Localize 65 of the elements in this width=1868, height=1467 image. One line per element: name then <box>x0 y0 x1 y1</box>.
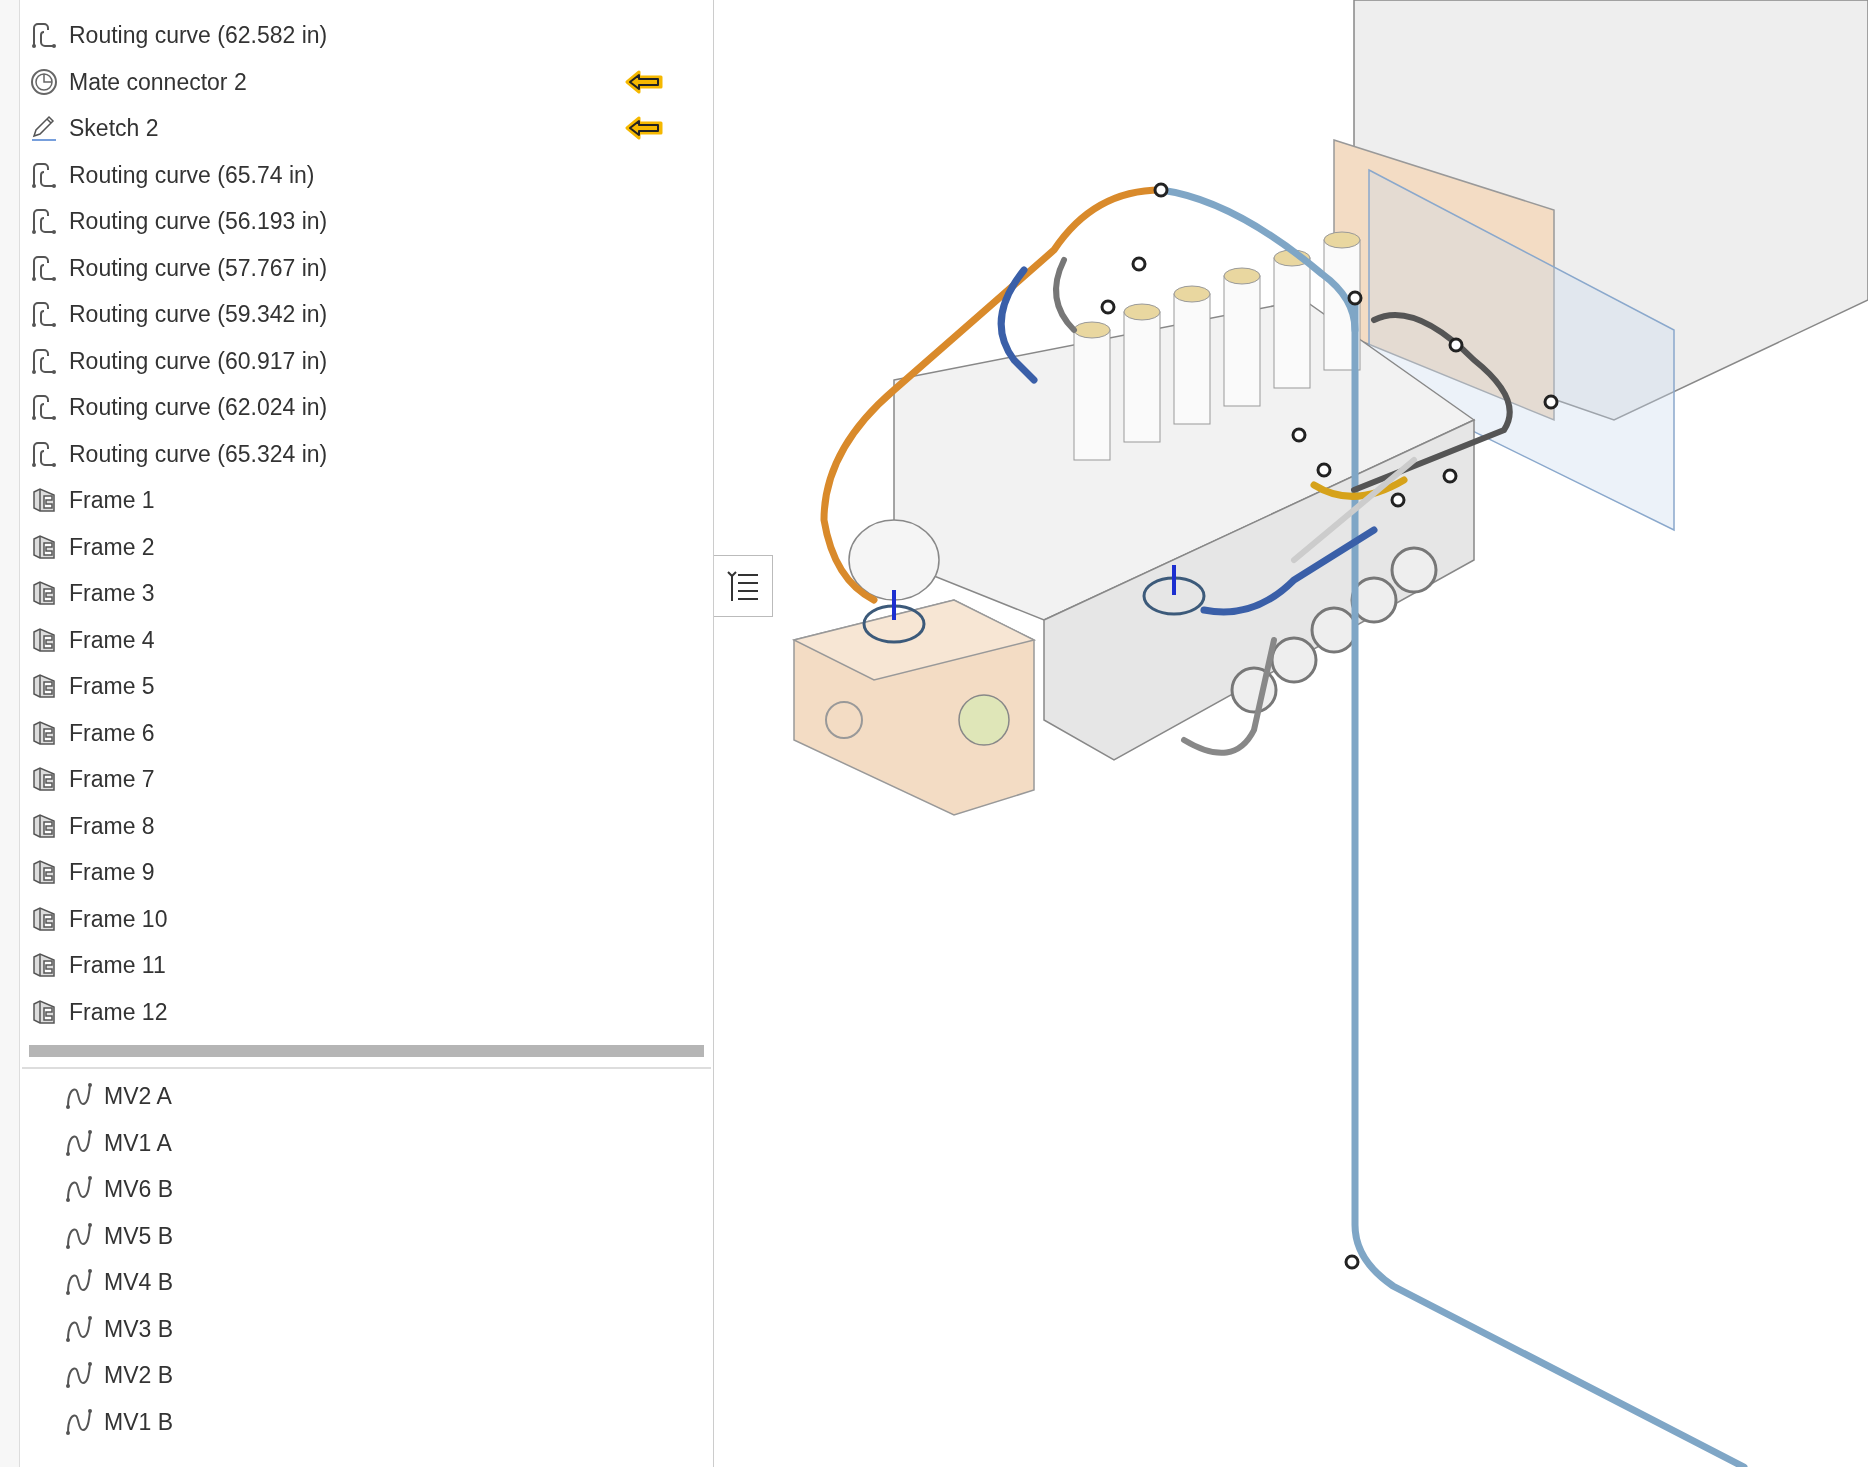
curve-list-item[interactable]: MV1 B <box>22 1398 711 1445</box>
frame-profile-icon <box>30 858 58 887</box>
feature-tree-item[interactable]: Routing curve (57.767 in) <box>20 244 713 291</box>
feature-tree-item[interactable]: Frame 8 <box>20 802 713 849</box>
frame-profile-icon <box>30 904 58 933</box>
curve-list-item[interactable]: MV2 B <box>22 1352 711 1399</box>
routing-curve-icon <box>30 21 58 50</box>
spline-icon <box>65 1268 93 1297</box>
feature-tree-item[interactable]: Routing curve (59.342 in) <box>20 291 713 338</box>
feature-tree-item[interactable]: Routing curve (62.024 in) <box>20 384 713 431</box>
routing-curve-icon <box>30 439 58 468</box>
feature-tree-item[interactable]: Routing curve (65.324 in) <box>20 430 713 477</box>
frame-profile-icon <box>30 997 58 1026</box>
feature-tree-item[interactable]: Sketch 2 <box>20 105 713 152</box>
feature-tree-item[interactable]: Frame 7 <box>20 756 713 803</box>
curve-list-item[interactable]: MV1 A <box>22 1119 711 1166</box>
curve-list-item[interactable]: MV4 B <box>22 1259 711 1306</box>
feature-tree-item[interactable]: Frame 9 <box>20 849 713 896</box>
list-toggle-button[interactable] <box>714 555 773 617</box>
routing-curve-icon <box>30 207 58 236</box>
frame-profile-icon <box>30 718 58 747</box>
routing-curve-icon <box>30 346 58 375</box>
spline-icon <box>65 1221 93 1250</box>
frame-profile-icon <box>30 532 58 561</box>
feature-tree-item[interactable]: Frame 6 <box>20 709 713 756</box>
frame-profile-icon <box>30 579 58 608</box>
feature-tree-item[interactable]: Frame 12 <box>20 988 713 1035</box>
frame-profile-icon <box>30 811 58 840</box>
curve-list-item[interactable]: MV5 B <box>22 1212 711 1259</box>
curve-list-item[interactable]: MV6 B <box>22 1166 711 1213</box>
spline-icon <box>65 1128 93 1157</box>
left-arrow-icon <box>625 69 663 94</box>
frame-profile-icon <box>30 486 58 515</box>
spline-icon <box>65 1082 93 1111</box>
routing-curve-icon <box>30 160 58 189</box>
scrollbar-thumb[interactable] <box>29 1045 704 1057</box>
feature-tree-item[interactable]: Frame 4 <box>20 616 713 663</box>
curve-list-item[interactable]: MV3 B <box>22 1305 711 1352</box>
frame-profile-icon <box>30 951 58 980</box>
routing-curve-icon <box>30 253 58 282</box>
frame-profile-icon <box>30 672 58 701</box>
feature-tree-item[interactable]: Routing curve (60.917 in) <box>20 337 713 384</box>
curve-list-item[interactable]: MV2 A <box>22 1073 711 1120</box>
spline-icon <box>65 1361 93 1390</box>
feature-tree-item[interactable]: Routing curve (56.193 in) <box>20 198 713 245</box>
mate-connector-icon <box>30 67 58 96</box>
feature-tree-item[interactable]: Frame 2 <box>20 523 713 570</box>
feature-tree-item[interactable]: Frame 3 <box>20 570 713 617</box>
feature-tree-item[interactable]: Frame 11 <box>20 942 713 989</box>
frame-profile-icon <box>30 765 58 794</box>
spline-icon <box>65 1175 93 1204</box>
left-arrow-icon <box>625 116 663 141</box>
feature-tree-item[interactable]: Mate connector 2 <box>20 58 713 105</box>
feature-tree-item[interactable]: Frame 1 <box>20 477 713 524</box>
feature-tree-item[interactable]: Frame 10 <box>20 895 713 942</box>
spline-icon <box>65 1314 93 1343</box>
spline-icon <box>65 1407 93 1436</box>
pencil-icon <box>30 114 58 143</box>
feature-tree-item[interactable]: Routing curve (62.582 in) <box>20 12 713 59</box>
routing-curve-icon <box>30 393 58 422</box>
feature-tree-item[interactable]: Frame 5 <box>20 663 713 710</box>
list-icon <box>726 569 760 603</box>
frame-profile-icon <box>30 625 58 654</box>
routing-curve-icon <box>30 300 58 329</box>
feature-tree-item[interactable]: Routing curve (65.74 in) <box>20 151 713 198</box>
